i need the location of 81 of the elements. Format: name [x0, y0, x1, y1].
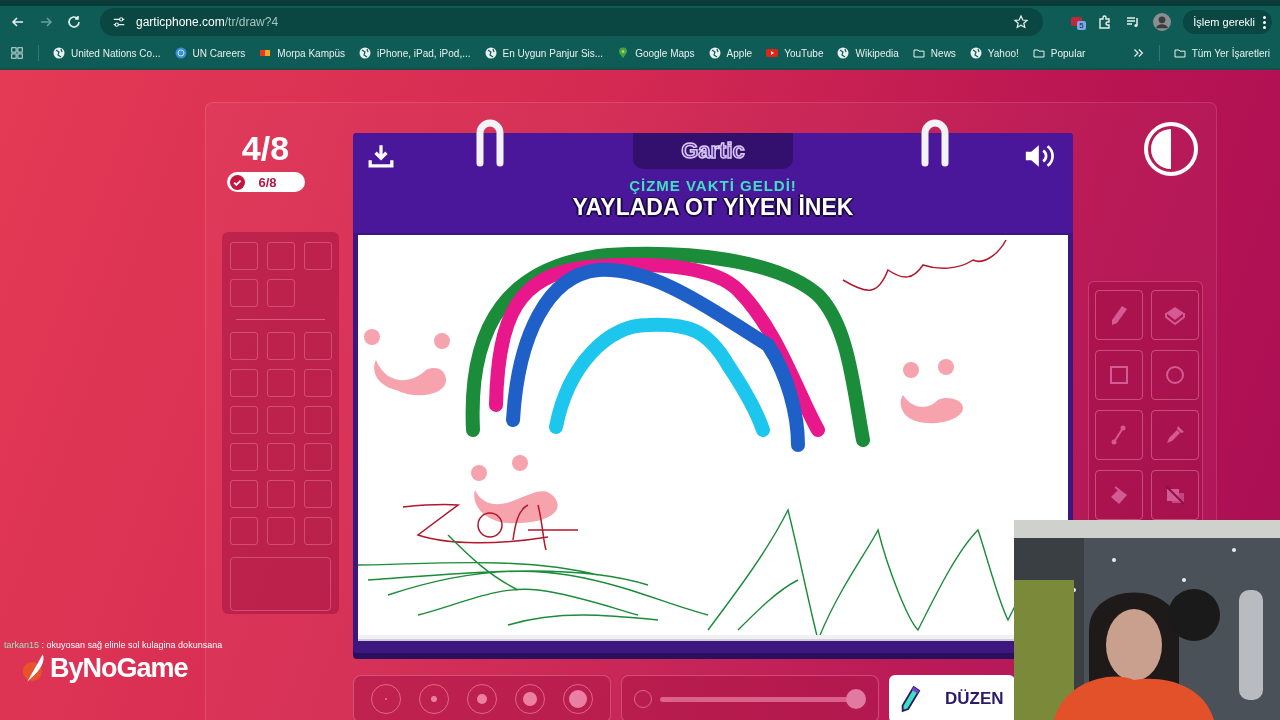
color-swatch[interactable]	[303, 406, 332, 434]
reload-icon[interactable]	[66, 14, 82, 30]
bookmark-link[interactable]: Popular	[1032, 47, 1086, 59]
round-counter: 4/8	[241, 129, 290, 168]
color-swatch[interactable]	[229, 242, 258, 270]
folder-icon	[1032, 47, 1045, 59]
folder-icon	[1173, 47, 1186, 59]
color-swatch[interactable]	[266, 332, 295, 360]
color-swatch[interactable]	[229, 517, 258, 545]
address-bar[interactable]: garticphone.com/tr/draw?4	[100, 8, 1044, 36]
globe-icon	[53, 47, 65, 59]
bookmark-link[interactable]: News	[912, 47, 956, 59]
tool-button[interactable]	[1094, 350, 1143, 400]
more-icon[interactable]	[1263, 15, 1266, 29]
bookmark-link[interactable]: Wikipedia	[837, 47, 899, 59]
tool-button[interactable]	[1094, 290, 1143, 340]
globe-icon	[484, 47, 497, 59]
color-swatch[interactable]	[303, 332, 332, 360]
color-swatch[interactable]	[229, 279, 258, 307]
color-swatch[interactable]	[229, 480, 258, 508]
folder-icon	[912, 47, 925, 59]
globe-icon	[708, 47, 721, 59]
edit-button[interactable]: DÜZEN	[889, 675, 1015, 720]
account-button[interactable]: İşlem gerekli	[1183, 10, 1272, 34]
download-icon[interactable]	[368, 143, 394, 169]
avatar-icon[interactable]	[1153, 13, 1172, 31]
theme-title: YAYLADA OT YİYEN İNEK	[572, 194, 854, 221]
contrast-icon[interactable]	[1142, 121, 1199, 177]
color-swatch[interactable]	[266, 406, 295, 434]
color-swatch[interactable]	[266, 242, 295, 270]
bookmark-link[interactable]: Tüm Yer İşaretleri	[1173, 47, 1270, 59]
color-swatch[interactable]	[303, 517, 332, 545]
color-swatch[interactable]	[303, 443, 332, 471]
globe-icon	[837, 47, 850, 59]
globe-icon	[969, 47, 982, 59]
url-text: garticphone.com/tr/draw?4	[136, 15, 280, 29]
color-swatch[interactable]	[303, 369, 332, 397]
color-swatch[interactable]	[266, 480, 295, 508]
color-swatch[interactable]	[266, 517, 295, 545]
drawing-canvas[interactable]	[358, 235, 1068, 635]
color-swatch[interactable]	[266, 443, 295, 471]
globe-icon	[359, 47, 372, 59]
bookmark-link[interactable]: UN Careers	[174, 47, 246, 59]
opacity-slider[interactable]	[621, 675, 879, 720]
done-badge: 6/8	[226, 172, 305, 192]
chat-message: tarkan15 : okuyosan sağ elinle sol kulagina dokunsana	[4, 640, 223, 650]
pencil-icon	[899, 685, 921, 713]
bookmark-link[interactable]: En Uygun Panjur Sis...	[484, 47, 604, 59]
color-swatch[interactable]	[229, 406, 258, 434]
subtitle-text: ÇİZME VAKTİ GELDİ!	[629, 177, 797, 194]
bookmark-link[interactable]: YouTube	[766, 47, 824, 59]
bookmark-star-icon[interactable]	[1013, 14, 1030, 30]
bookmark-link[interactable]: Morpa Kampüs	[259, 47, 346, 59]
bookmark-link[interactable]: Yahoo!	[969, 47, 1019, 59]
color-swatch[interactable]	[229, 443, 258, 471]
bookmark-link[interactable]: iPhone, iPad, iPod,...	[359, 47, 471, 59]
globe-icon	[174, 47, 187, 59]
color-swatch[interactable]	[229, 369, 258, 397]
color-swatch[interactable]	[303, 480, 332, 508]
brand-text: ByNoGame	[50, 652, 188, 684]
logo-text: Gartic	[681, 138, 745, 164]
squares-icon	[259, 47, 272, 59]
bookmark-link[interactable]: Apple	[708, 47, 753, 59]
color-swatch[interactable]	[266, 369, 295, 397]
bookmark-link[interactable]: Google Maps	[617, 47, 695, 59]
bookmark-link[interactable]: United Nations Co...	[53, 47, 161, 59]
map-pin-icon	[617, 47, 630, 59]
color-swatch[interactable]	[229, 332, 258, 360]
tool-button[interactable]	[1094, 410, 1143, 460]
color-swatch[interactable]	[266, 279, 295, 307]
apps-grid-icon[interactable]	[10, 46, 24, 60]
check-icon	[229, 174, 245, 190]
color-swatch[interactable]	[303, 242, 332, 270]
site-settings-icon[interactable]	[112, 15, 126, 29]
tool-button[interactable]	[1150, 410, 1199, 460]
tool-button[interactable]	[1150, 350, 1199, 400]
play-icon	[766, 47, 779, 59]
extension-badge: 5	[1077, 21, 1086, 30]
layers-icon	[1162, 483, 1187, 507]
tool-button[interactable]	[1150, 290, 1199, 340]
custom-color-button[interactable]	[230, 557, 331, 611]
